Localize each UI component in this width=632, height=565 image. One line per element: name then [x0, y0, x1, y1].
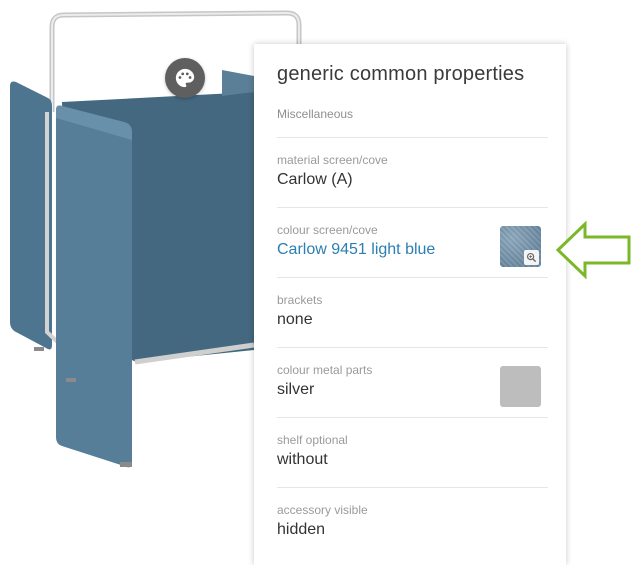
back-screen-top: [222, 70, 254, 96]
panel-title: generic common properties: [277, 63, 525, 85]
fabric-color-swatch[interactable]: [500, 226, 541, 267]
property-value: none: [277, 311, 313, 328]
property-label: shelf optional: [277, 433, 348, 447]
section-heading: Miscellaneous: [277, 107, 354, 121]
property-colour-screen[interactable]: colour screen/cove Carlow 9451 light blu…: [277, 207, 548, 277]
properties-panel: generic common properties Miscellaneous …: [254, 44, 566, 565]
property-brackets[interactable]: brackets none: [277, 277, 548, 347]
rear-foot: [66, 378, 76, 382]
magnifier-icon[interactable]: [524, 250, 539, 265]
palette-button[interactable]: [165, 58, 205, 98]
property-material-screen[interactable]: material screen/cove Carlow (A): [277, 137, 548, 207]
property-shelf[interactable]: shelf optional without: [277, 417, 548, 487]
property-label: brackets: [277, 293, 323, 307]
property-value: without: [277, 451, 328, 468]
front-screen-panel: [56, 105, 132, 468]
property-value: hidden: [277, 521, 326, 538]
property-value: Carlow (A): [277, 171, 353, 188]
property-label: accessory visible: [277, 503, 368, 517]
front-foot: [120, 462, 132, 467]
property-colour-metal[interactable]: colour metal parts silver: [277, 347, 548, 417]
property-accessory[interactable]: accessory visible hidden: [277, 487, 548, 557]
arrow-left-icon: [555, 220, 631, 280]
property-label: material screen/cove: [277, 153, 388, 167]
metal-color-swatch[interactable]: [500, 366, 541, 407]
left-foot: [34, 347, 44, 351]
palette-icon: [175, 68, 195, 88]
